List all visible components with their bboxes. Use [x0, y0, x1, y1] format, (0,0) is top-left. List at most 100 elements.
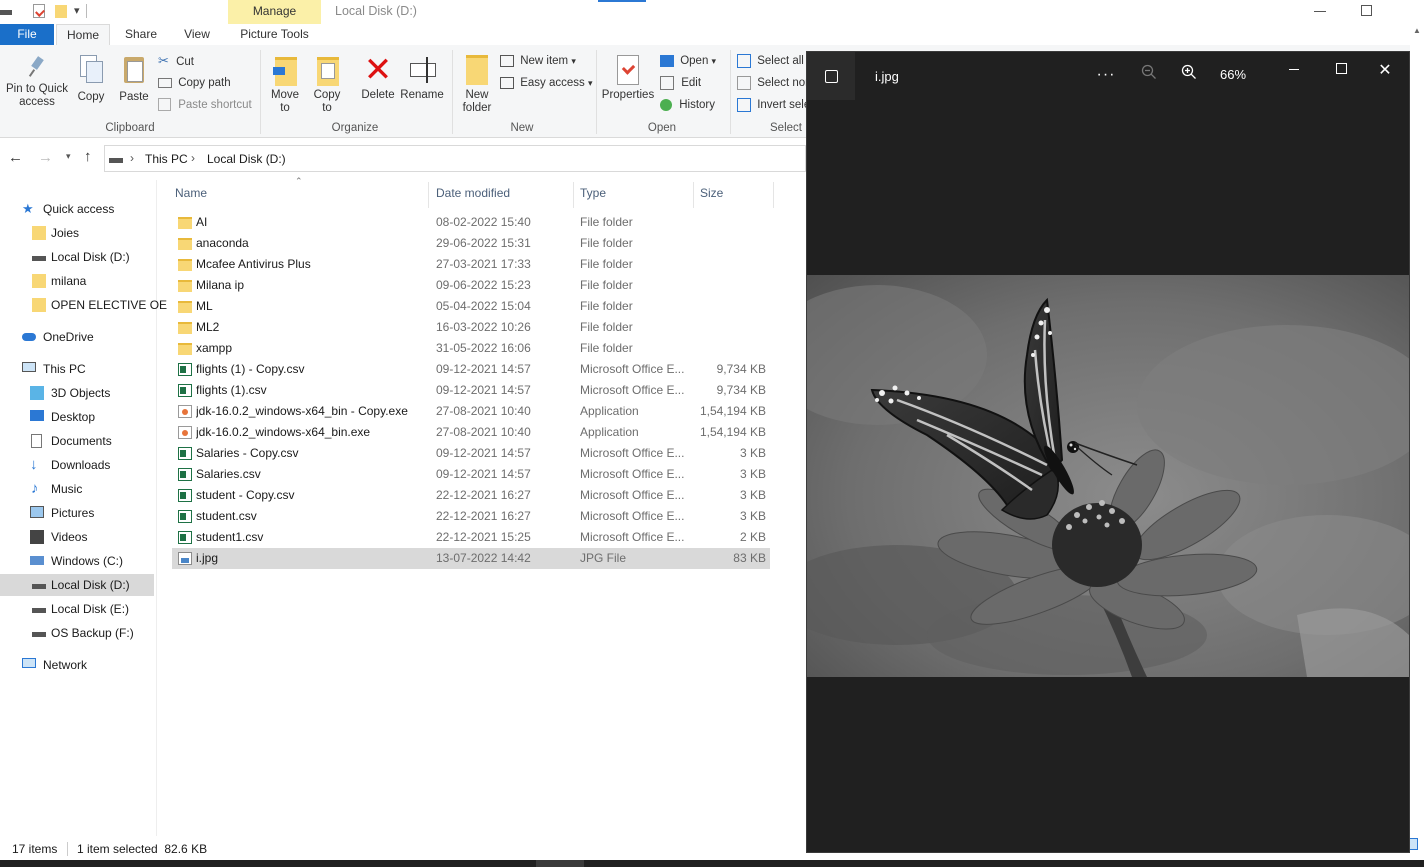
address-bar[interactable]: › This PC › Local Disk (D:) — [104, 145, 806, 172]
tab-file[interactable]: File — [0, 24, 54, 45]
column-header-type[interactable]: Type — [580, 186, 606, 200]
file-row[interactable]: Salaries.csv 09-12-2021 14:57 Microsoft Of… — [172, 464, 770, 485]
scroll-up-icon[interactable]: ▲ — [1413, 26, 1421, 35]
new-item-button[interactable]: New item ▾ — [500, 51, 576, 71]
back-arrow-icon[interactable]: ← — [8, 149, 23, 166]
file-row[interactable]: ML 05-04-2022 15:04 File folder — [172, 296, 770, 317]
taskbar-app-indicator[interactable] — [536, 860, 584, 867]
properties-button[interactable]: Properties — [600, 55, 656, 102]
nav-os-backup-f[interactable]: OS Backup (F:) — [30, 622, 134, 644]
more-options-icon[interactable]: ··· — [1091, 66, 1121, 84]
nav-joies[interactable]: Joies — [30, 222, 79, 244]
recent-locations-icon[interactable]: ▾ — [66, 151, 71, 162]
restore-icon[interactable] — [1361, 5, 1372, 16]
select-none-button[interactable]: Select nor — [737, 73, 809, 93]
file-row[interactable]: jdk-16.0.2_windows-x64_bin.exe 27-08-2021… — [172, 422, 770, 443]
edit-button[interactable]: Edit — [660, 73, 701, 93]
cut-button[interactable]: ✂ Cut — [158, 51, 194, 71]
paste-button[interactable]: Paste — [116, 55, 152, 104]
file-row[interactable]: xampp 31-05-2022 16:06 File folder — [172, 338, 770, 359]
delete-button[interactable]: ✕ Delete — [358, 53, 398, 102]
breadcrumb-this-pc[interactable]: This PC — [145, 152, 188, 166]
drive-icon — [32, 608, 46, 613]
file-row[interactable]: student - Copy.csv 22-12-2021 16:27 Micros… — [172, 485, 770, 506]
nav-local-disk-d[interactable]: Local Disk (D:) — [30, 574, 130, 596]
nav-documents[interactable]: Documents — [30, 430, 112, 452]
nav-local-disk-d-pinned[interactable]: Local Disk (D:) — [30, 246, 130, 268]
excel-csv-icon — [178, 510, 192, 523]
zoom-level[interactable]: 66% — [1213, 67, 1253, 82]
nav-quick-access[interactable]: ★ Quick access — [22, 198, 114, 220]
paste-shortcut-button[interactable]: Paste shortcut — [158, 95, 252, 115]
file-row[interactable]: Mcafee Antivirus Plus 27-03-2021 17:33 Fil… — [172, 254, 770, 275]
file-row[interactable]: flights (1) - Copy.csv 09-12-2021 14:57 Mi… — [172, 359, 770, 380]
viewer-minimize-icon[interactable] — [1289, 69, 1299, 70]
file-name: xampp — [196, 341, 233, 355]
file-row[interactable]: i.jpg 13-07-2022 14:42 JPG File 83 KB — [172, 548, 770, 569]
column-header-date[interactable]: Date modified — [436, 186, 510, 200]
viewer-app-button[interactable] — [807, 52, 855, 100]
nav-network[interactable]: Network — [22, 654, 87, 676]
nav-onedrive[interactable]: OneDrive — [22, 326, 94, 348]
open-button[interactable]: Open ▾ — [660, 51, 716, 71]
nav-videos[interactable]: Videos — [30, 526, 87, 548]
file-row[interactable]: student.csv 22-12-2021 16:27 Microsoft Off… — [172, 506, 770, 527]
viewer-close-icon[interactable]: ✕ — [1375, 60, 1395, 80]
tab-view[interactable]: View — [170, 24, 224, 45]
minimize-icon[interactable] — [1314, 11, 1326, 12]
column-separator[interactable] — [428, 182, 429, 208]
select-all-button[interactable]: Select all — [737, 51, 804, 71]
forward-arrow-icon[interactable]: → — [38, 149, 53, 166]
zoom-out-icon[interactable] — [1137, 64, 1161, 83]
file-row[interactable]: Milana ip 09-06-2022 15:23 File folder — [172, 275, 770, 296]
new-folder-quick-icon[interactable] — [55, 5, 67, 18]
nav-3d-objects[interactable]: 3D Objects — [30, 382, 110, 404]
move-to-button[interactable]: Move to — [266, 55, 304, 115]
tab-picture-tools[interactable]: Picture Tools — [228, 24, 321, 45]
tab-home[interactable]: Home — [56, 24, 110, 46]
column-header-size[interactable]: Size — [700, 186, 723, 200]
column-separator[interactable] — [573, 182, 574, 208]
history-button[interactable]: History — [660, 95, 715, 115]
up-arrow-icon[interactable]: ↑ — [84, 148, 92, 165]
butterfly-photo[interactable] — [807, 275, 1409, 677]
copy-button[interactable]: Copy — [74, 55, 108, 104]
copy-path-button[interactable]: Copy path — [158, 73, 231, 93]
pin-label: Pin to Quick access — [6, 83, 68, 108]
nav-label: OS Backup (F:) — [51, 626, 134, 640]
properties-quick-icon[interactable] — [33, 4, 45, 18]
zoom-in-icon[interactable] — [1177, 64, 1201, 83]
invert-selection-button[interactable]: Invert sele — [737, 95, 810, 115]
column-header-name[interactable]: Name — [175, 186, 207, 200]
nav-windows-c[interactable]: Windows (C:) — [30, 550, 123, 572]
nav-music[interactable]: ♪ Music — [30, 478, 82, 500]
file-row[interactable]: Salaries - Copy.csv 09-12-2021 14:57 Micro… — [172, 443, 770, 464]
customize-toolbar-icon[interactable]: ▾ — [74, 4, 80, 17]
nav-this-pc[interactable]: This PC — [22, 358, 86, 380]
tab-share[interactable]: Share — [114, 24, 168, 45]
breadcrumb-local-disk[interactable]: Local Disk (D:) — [207, 152, 286, 166]
file-name: flights (1).csv — [196, 383, 267, 397]
nav-milana[interactable]: milana — [30, 270, 86, 292]
copy-to-button[interactable]: Copy to — [308, 55, 346, 115]
rename-button[interactable]: Rename — [400, 55, 444, 102]
pin-to-quick-access-button[interactable]: Pin to Quick access — [4, 56, 70, 109]
context-tab-manage[interactable]: Manage — [228, 0, 321, 24]
file-row[interactable]: ML2 16-03-2022 10:26 File folder — [172, 317, 770, 338]
column-separator[interactable] — [693, 182, 694, 208]
nav-pictures[interactable]: Pictures — [30, 502, 94, 524]
file-row[interactable]: AI 08-02-2022 15:40 File folder — [172, 212, 770, 233]
file-row[interactable]: jdk-16.0.2_windows-x64_bin - Copy.exe 27-… — [172, 401, 770, 422]
viewer-maximize-icon[interactable] — [1336, 63, 1347, 74]
file-name: ML2 — [196, 320, 220, 334]
easy-access-button[interactable]: Easy access ▾ — [500, 73, 593, 93]
column-separator[interactable] — [773, 182, 774, 208]
nav-local-disk-e[interactable]: Local Disk (E:) — [30, 598, 129, 620]
nav-desktop[interactable]: Desktop — [30, 406, 95, 428]
file-row[interactable]: flights (1).csv 09-12-2021 14:57 Microsoft… — [172, 380, 770, 401]
nav-open-elective[interactable]: OPEN ELECTIVE OE — [30, 294, 167, 316]
new-folder-button[interactable]: New folder — [456, 55, 498, 115]
nav-downloads[interactable]: ↓ Downloads — [30, 454, 110, 476]
file-row[interactable]: student1.csv 22-12-2021 15:25 Microsoft Of… — [172, 527, 770, 548]
file-row[interactable]: anaconda 29-06-2022 15:31 File folder — [172, 233, 770, 254]
